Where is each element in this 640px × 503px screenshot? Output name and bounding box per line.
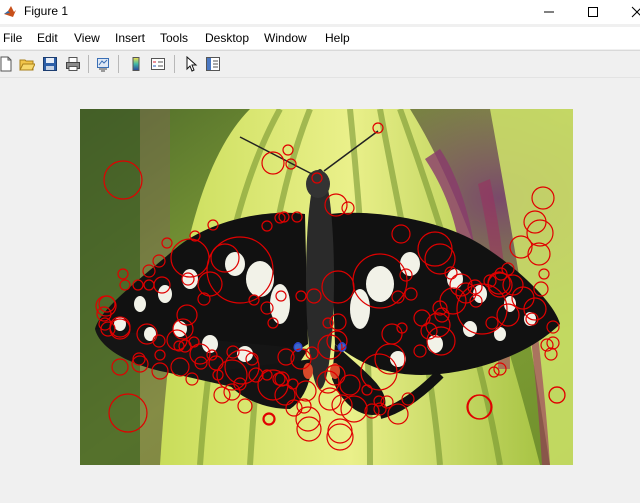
butterfly-image <box>80 107 573 466</box>
minimize-button[interactable] <box>526 0 572 24</box>
save-icon <box>43 57 57 71</box>
open-file-icon <box>19 59 35 71</box>
menu-view[interactable]: View <box>74 31 100 45</box>
toolbar-separator <box>174 55 175 73</box>
menu-window[interactable]: Window <box>264 31 307 45</box>
link-plot-icon <box>97 58 109 72</box>
menu-desktop[interactable]: Desktop <box>205 31 249 45</box>
window-title: Figure 1 <box>24 4 69 18</box>
figure-toolbar <box>0 51 640 78</box>
print-button[interactable] <box>63 54 83 74</box>
axes-image[interactable] <box>80 107 573 466</box>
menu-edit[interactable]: Edit <box>37 31 58 45</box>
close-button[interactable] <box>614 0 640 24</box>
edit-plot-icon <box>186 56 198 72</box>
insert-colorbar-icon <box>132 57 140 71</box>
edit-plot-button[interactable] <box>181 54 201 74</box>
insert-legend-icon <box>151 58 165 70</box>
property-inspector-button[interactable] <box>203 54 223 74</box>
minimize-icon <box>544 11 554 13</box>
title-bar: Figure 1 <box>0 0 640 24</box>
menu-help[interactable]: Help <box>325 31 350 45</box>
matlab-logo-icon <box>4 6 16 17</box>
open-file-button[interactable] <box>17 54 37 74</box>
print-icon <box>66 57 80 71</box>
insert-legend-button[interactable] <box>148 54 168 74</box>
menu-bar: File Edit View Insert Tools Desktop Wind… <box>0 27 640 49</box>
maximize-icon <box>588 7 598 17</box>
toolbar-separator <box>118 55 119 73</box>
link-plot-button[interactable] <box>93 54 113 74</box>
menu-file[interactable]: File <box>3 31 22 45</box>
toolbar-separator <box>88 55 89 73</box>
new-figure-icon <box>0 56 12 72</box>
maximize-button[interactable] <box>570 0 616 24</box>
new-figure-button[interactable] <box>0 54 16 74</box>
property-inspector-icon <box>206 57 220 71</box>
close-icon <box>631 6 640 18</box>
save-button[interactable] <box>40 54 60 74</box>
menu-tools[interactable]: Tools <box>160 31 188 45</box>
insert-colorbar-button[interactable] <box>126 54 146 74</box>
menu-insert[interactable]: Insert <box>115 31 145 45</box>
